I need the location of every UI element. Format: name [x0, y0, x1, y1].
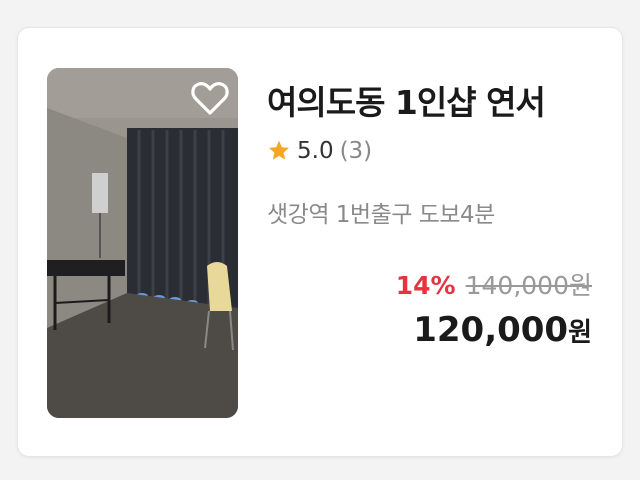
discount-row: 14% 140,000원	[396, 266, 592, 302]
location-text: 샛강역 1번출구 도보4분	[267, 202, 495, 228]
listing-title[interactable]: 여의도동 1인샵 연서	[267, 76, 546, 124]
discount-rate: 14%	[395, 271, 456, 300]
final-price-number: 120,000	[413, 310, 569, 350]
rating-value: 5.0	[297, 138, 334, 164]
heart-outline-icon[interactable]	[190, 78, 230, 118]
original-price: 140,000원	[465, 271, 592, 300]
review-count: (3)	[339, 138, 373, 164]
listing-photo[interactable]	[47, 68, 238, 418]
rating: 5.0 (3)	[267, 138, 372, 164]
final-price: 120,000원	[396, 310, 592, 350]
price-block: 14% 140,000원 120,000원	[396, 266, 592, 350]
star-icon	[269, 140, 289, 160]
final-price-unit: 원	[568, 318, 592, 348]
listing-card[interactable]: 여의도동 1인샵 연서 5.0 (3) 샛강역 1번출구 도보4분 14% 140…	[17, 27, 623, 457]
room-image	[47, 68, 238, 418]
